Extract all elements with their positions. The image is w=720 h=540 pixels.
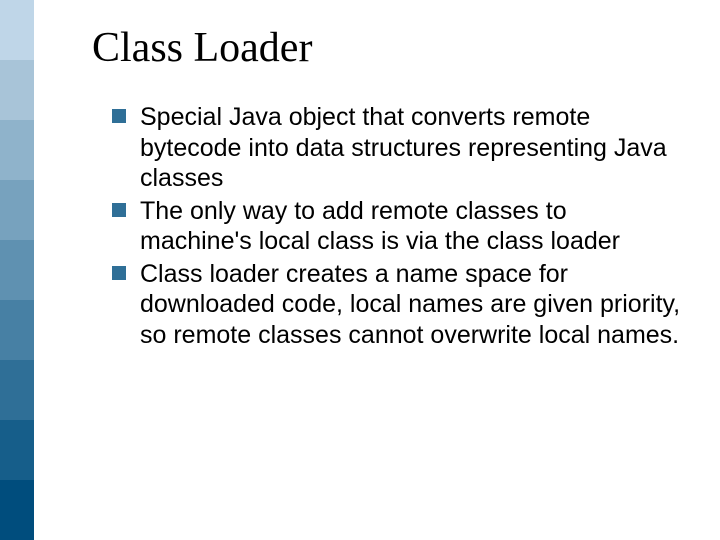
bullet-text: The only way to add remote classes to ma… xyxy=(140,197,620,256)
slide-title: Class Loader xyxy=(92,24,682,72)
list-item: Class loader creates a name space for do… xyxy=(112,259,682,351)
bullet-square-icon xyxy=(112,266,126,280)
slide-content: Class Loader Special Java object that co… xyxy=(92,24,682,352)
bullet-square-icon xyxy=(112,203,126,217)
list-item: The only way to add remote classes to ma… xyxy=(112,196,682,257)
list-item: Special Java object that converts remote… xyxy=(112,102,682,194)
decorative-sidebar xyxy=(0,0,34,540)
bullet-square-icon xyxy=(112,109,126,123)
bullet-text: Class loader creates a name space for do… xyxy=(140,260,680,349)
bullet-text: Special Java object that converts remote… xyxy=(140,103,667,192)
bullet-list: Special Java object that converts remote… xyxy=(92,102,682,350)
